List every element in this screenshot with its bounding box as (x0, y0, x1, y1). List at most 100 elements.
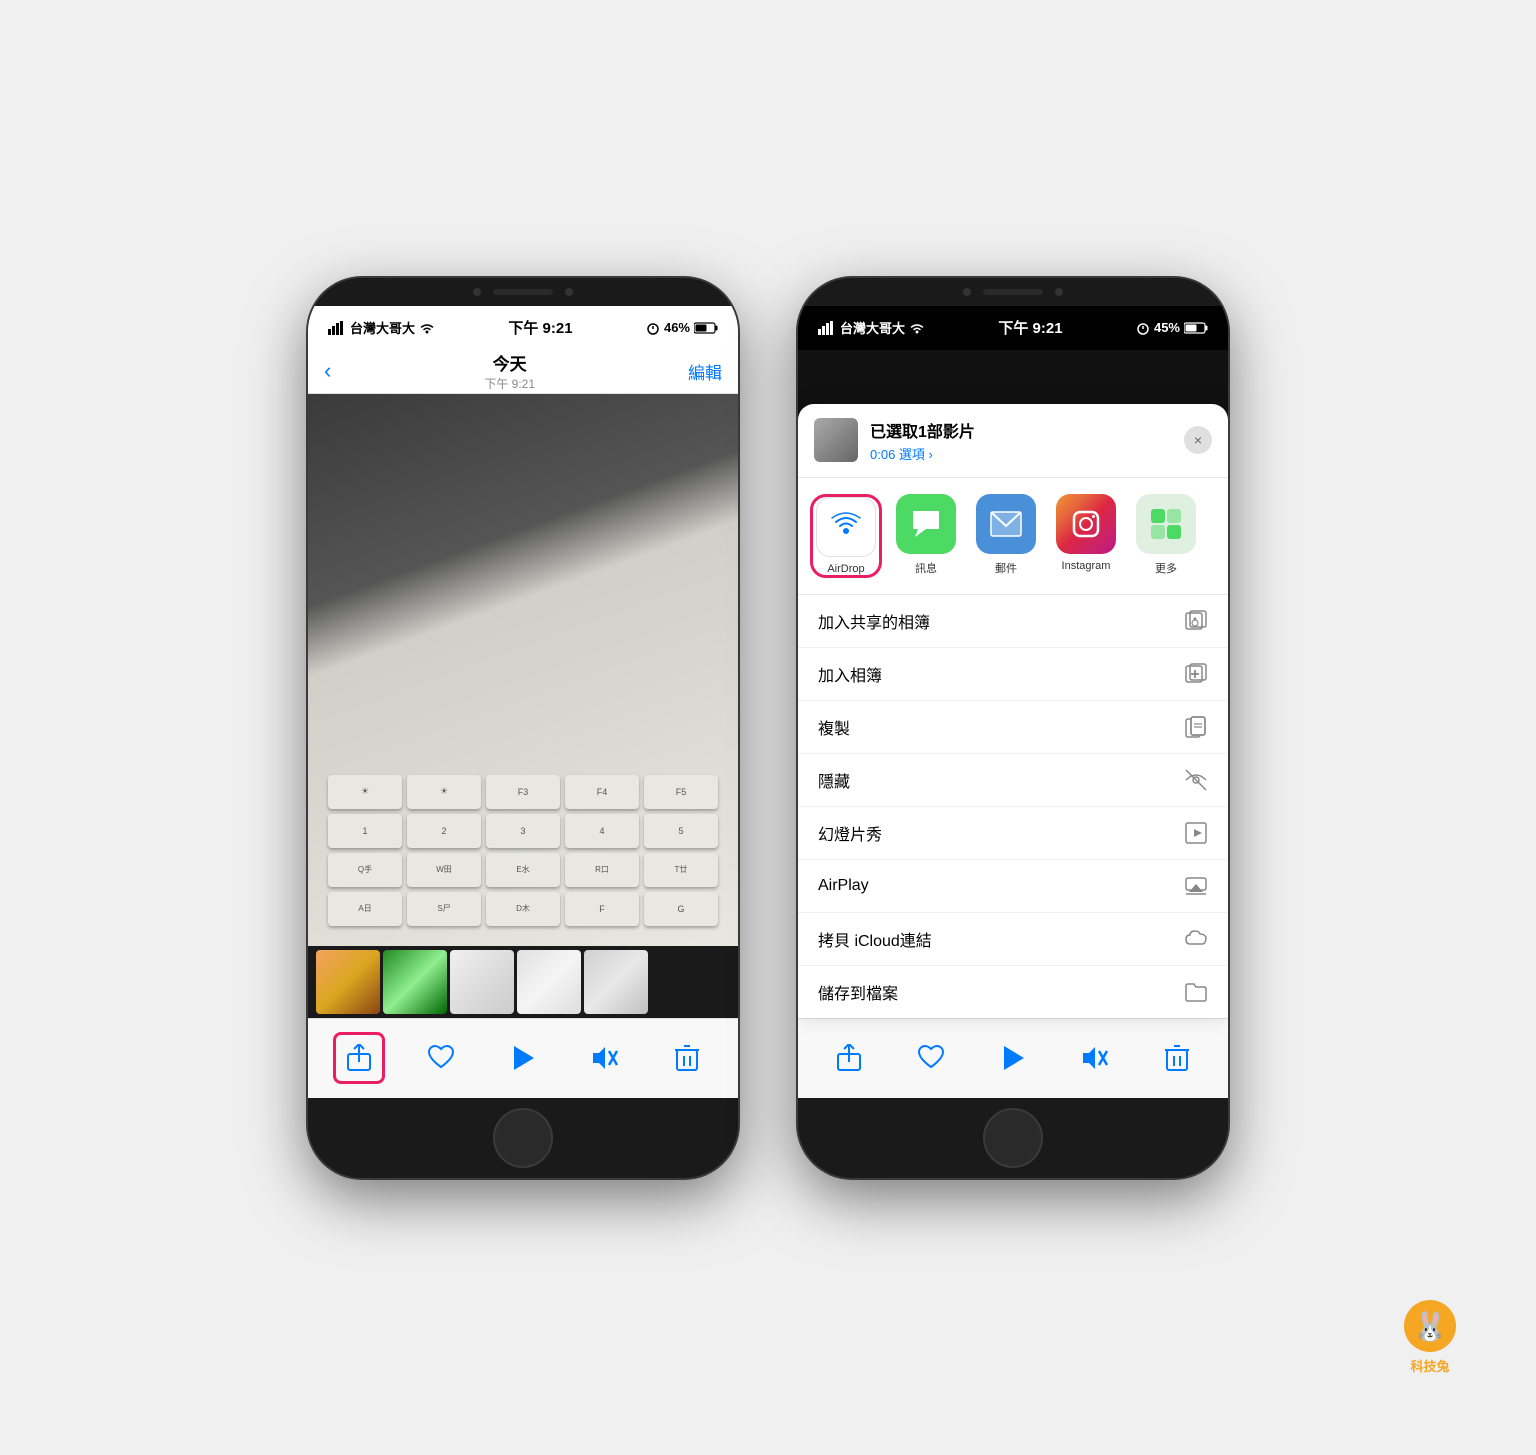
instagram-icon-wrap[interactable]: Instagram (1050, 494, 1122, 578)
edit-button-left[interactable]: 編輯 (688, 359, 722, 384)
mail-icon-wrap[interactable]: 郵件 (970, 494, 1042, 578)
speaker-dot-right (565, 288, 573, 296)
more-icon-wrap[interactable]: 更多 (1130, 494, 1202, 578)
airdrop-wifi-icon (828, 509, 864, 545)
share-button-right[interactable] (823, 1032, 875, 1084)
share-thumbnail (814, 418, 858, 462)
action-airplay[interactable]: AirPlay (798, 860, 1228, 913)
film-thumb-3[interactable] (450, 950, 514, 1014)
speaker-bar-right (983, 289, 1043, 295)
hide-icon (1184, 768, 1208, 792)
filmstrip-left (308, 946, 738, 1018)
play-icon (510, 1044, 536, 1072)
key-e: E水 (486, 853, 560, 887)
right-phone: 台灣大哥大 下午 9:21 45% (798, 278, 1228, 1178)
battery-left: 46% (664, 320, 690, 335)
share-info: 已選取1部影片 0:06 選項 › (870, 418, 1184, 463)
play-button-left[interactable] (497, 1032, 549, 1084)
right-status-bar: 台灣大哥大 下午 9:21 45% (798, 306, 1228, 350)
action-label-airplay: AirPlay (818, 877, 869, 895)
left-status-left: 台灣大哥大 (328, 318, 435, 337)
share-header: 已選取1部影片 0:06 選項 › × (798, 404, 1228, 478)
battery-icon-left (694, 322, 718, 334)
action-slideshow[interactable]: 幻燈片秀 (798, 807, 1228, 860)
back-button-left[interactable]: ‹ (324, 358, 331, 384)
airplay-svg (1184, 874, 1208, 898)
action-shared-album[interactable]: 加入共享的相簿 (798, 595, 1228, 648)
title-today: 今天 (484, 350, 535, 375)
delete-button-left[interactable] (661, 1032, 713, 1084)
left-phone: 台灣大哥大 下午 9:21 46% (308, 278, 738, 1178)
action-save-file[interactable]: 儲存到檔案 (798, 966, 1228, 1018)
messages-icon-wrap[interactable]: 訊息 (890, 494, 962, 578)
film-thumb-2[interactable] (383, 950, 447, 1014)
more-apps-icon (1149, 507, 1183, 541)
left-status-bar: 台灣大哥大 下午 9:21 46% (308, 306, 738, 350)
copy-icon (1184, 715, 1208, 739)
phone-top-right (798, 278, 1228, 306)
save-file-icon (1184, 980, 1208, 1004)
delete-button-right[interactable] (1151, 1032, 1203, 1084)
action-icloud-link[interactable]: 拷貝 iCloud連結 (798, 913, 1228, 966)
heart-button-right[interactable] (905, 1032, 957, 1084)
film-thumb-5[interactable] (584, 950, 648, 1014)
right-status-left: 台灣大哥大 (818, 318, 925, 337)
film-thumb-4[interactable] (517, 950, 581, 1014)
key-f2: ☀ (407, 775, 481, 809)
left-bottom-toolbar (308, 1018, 738, 1098)
signal-icon (328, 321, 346, 335)
slideshow-svg (1184, 821, 1208, 845)
action-label-slideshow: 幻燈片秀 (818, 821, 882, 845)
action-label-save-file: 儲存到檔案 (818, 980, 898, 1004)
key-4: 4 (565, 814, 639, 848)
share-button-left[interactable] (333, 1032, 385, 1084)
shared-album-icon (1184, 609, 1208, 633)
phone-bottom-right (798, 1098, 1228, 1178)
trash-icon (675, 1044, 699, 1072)
battery-right: 45% (1154, 320, 1180, 335)
action-label-copy: 複製 (818, 715, 850, 739)
alarm-icon-left (646, 321, 660, 335)
action-label-shared-album: 加入共享的相簿 (818, 609, 930, 633)
action-copy[interactable]: 複製 (798, 701, 1228, 754)
add-album-svg (1184, 662, 1208, 686)
key-w: W田 (407, 853, 481, 887)
wifi-icon-right (909, 322, 925, 334)
keyboard-image: ☀ ☀ F3 F4 F5 1 2 3 4 5 Q手 W田 E水 R口 T廿 A日 (308, 394, 738, 946)
home-button-left[interactable] (493, 1108, 553, 1168)
key-f5: F5 (644, 775, 718, 809)
action-hide[interactable]: 隱藏 (798, 754, 1228, 807)
mute-button-right[interactable] (1069, 1032, 1121, 1084)
share-close-button[interactable]: × (1184, 426, 1212, 454)
mute-icon-right (1081, 1045, 1109, 1071)
shared-album-svg (1184, 609, 1208, 633)
airplay-icon (1184, 874, 1208, 898)
mute-button-left[interactable] (579, 1032, 631, 1084)
film-thumb-1[interactable] (316, 950, 380, 1014)
key-5: 5 (644, 814, 718, 848)
play-icon-right (1000, 1044, 1026, 1072)
home-button-right[interactable] (983, 1108, 1043, 1168)
key-r: R口 (565, 853, 639, 887)
heart-button-left[interactable] (415, 1032, 467, 1084)
action-add-album[interactable]: 加入相簿 (798, 648, 1228, 701)
share-icon-right (836, 1044, 862, 1072)
airdrop-icon-wrap[interactable]: AirDrop (810, 494, 882, 578)
wifi-icon-left (419, 322, 435, 334)
airdrop-icon (816, 497, 876, 557)
signal-icon-right (818, 321, 836, 335)
phone-top-left (308, 278, 738, 306)
watermark-icon: 🐰 (1404, 1300, 1456, 1352)
battery-icon-right (1184, 322, 1208, 334)
left-status-right: 46% (646, 320, 718, 335)
phone-bottom-left (308, 1098, 738, 1178)
play-button-right[interactable] (987, 1032, 1039, 1084)
mail-envelope-icon (989, 510, 1023, 538)
icloud-link-icon (1184, 927, 1208, 951)
add-album-icon (1184, 662, 1208, 686)
keyboard-grid: ☀ ☀ F3 F4 F5 1 2 3 4 5 Q手 W田 E水 R口 T廿 A日 (328, 775, 718, 926)
watermark-text: 科技兔 (1410, 1356, 1449, 1375)
left-screen: 台灣大哥大 下午 9:21 46% (308, 306, 738, 1098)
key-2: 2 (407, 814, 481, 848)
trash-icon-right (1165, 1044, 1189, 1072)
